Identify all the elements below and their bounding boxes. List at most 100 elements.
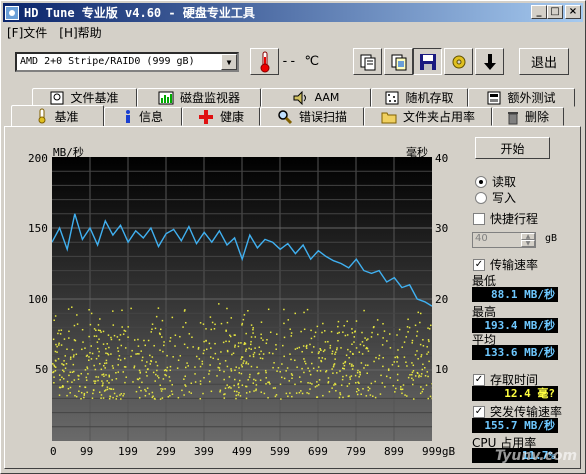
access-time-point (76, 323, 79, 325)
access-time-point (372, 326, 375, 329)
access-time-point (120, 344, 123, 347)
spin-down-icon[interactable]: ▼ (521, 240, 535, 247)
access-time-point (416, 330, 419, 333)
health-icon (198, 109, 213, 124)
spin-up-icon[interactable]: ▲ (521, 233, 535, 240)
access-time-point (57, 332, 59, 335)
read-radio[interactable]: 读取 (475, 173, 516, 190)
copy-image-button[interactable] (384, 48, 413, 75)
drive-select[interactable]: AMD 2+0 Stripe/RAID0 (999 gB) ▼ (15, 52, 239, 72)
tab-aam[interactable]: AAM (261, 88, 371, 107)
access-time-point (69, 358, 72, 360)
access-time-point (261, 357, 264, 360)
access-time-point (112, 367, 114, 369)
access-time-point (378, 357, 380, 360)
access-time-point (202, 352, 205, 355)
access-time-point (339, 392, 341, 394)
temperature-readout: -- ℃ (281, 54, 320, 69)
access-time-point (181, 389, 183, 392)
tab-random-access[interactable]: 随机存取 (371, 88, 468, 107)
maximize-button[interactable]: □ (547, 5, 563, 19)
access-time-point (106, 343, 108, 345)
access-time-point (417, 372, 419, 375)
options-button[interactable] (444, 48, 473, 75)
access-time-point (230, 368, 232, 370)
save-button[interactable] (413, 48, 442, 75)
access-time-point (396, 361, 398, 363)
access-time-point (101, 384, 104, 386)
access-time-point (64, 367, 67, 369)
access-time-point (87, 373, 89, 375)
access-time-point (318, 357, 320, 359)
access-time-point (184, 366, 187, 369)
access-time-point (151, 391, 154, 394)
thermometer-icon (260, 51, 269, 72)
access-time-point (226, 350, 229, 353)
transfer-rate-check[interactable]: ✓ (473, 258, 485, 271)
access-time-point (241, 384, 244, 386)
access-time-point (412, 379, 415, 381)
tab-benchmark[interactable]: 基准 (11, 105, 104, 126)
write-radio[interactable]: 写入 (475, 189, 516, 206)
tab-disk-monitor[interactable]: 磁盘监视器 (137, 88, 261, 107)
write-radio-dot[interactable] (475, 191, 487, 204)
tab-extra-tests[interactable]: 额外测试 (468, 88, 575, 107)
access-time-point (300, 380, 302, 383)
access-time-check[interactable]: ✓ (473, 373, 485, 386)
access-time-point (115, 372, 117, 374)
transfer-rate-checkbox[interactable]: ✓ 传输速率 (473, 256, 538, 273)
close-button[interactable]: × (565, 5, 581, 19)
tab-erase[interactable]: 删除 (492, 107, 564, 126)
access-time-point (209, 356, 212, 358)
access-time-point (334, 382, 336, 385)
access-time-point (323, 349, 326, 351)
access-time-point (224, 387, 227, 390)
access-time-point (241, 322, 244, 325)
access-time-value: 12.4 毫? (472, 386, 558, 401)
menu-help[interactable]: [H]帮助 (57, 24, 103, 42)
access-time-point (161, 336, 163, 338)
short-stroke-checkbox[interactable]: 快捷行程 (473, 210, 538, 227)
copy-text-button[interactable] (353, 48, 382, 75)
access-time-point (73, 354, 75, 356)
tab-info[interactable]: 信息 (104, 107, 182, 126)
start-button[interactable]: 开始 (475, 137, 550, 159)
access-time-point (407, 331, 409, 333)
access-time-point (331, 352, 333, 355)
x-tick-label: 199 (118, 445, 138, 458)
access-time-point (395, 387, 397, 390)
access-time-point (384, 386, 386, 388)
access-time-point (336, 347, 338, 349)
access-time-point (95, 357, 98, 360)
tab-health[interactable]: 健康 (182, 107, 260, 126)
x-tick-label: 99 (80, 445, 94, 458)
access-time-point (262, 353, 265, 355)
access-time-point (389, 347, 392, 349)
tab-error-scan[interactable]: 错误扫描 (260, 107, 364, 126)
thermometer-button[interactable] (250, 48, 279, 75)
access-time-point (344, 361, 346, 364)
chevron-down-icon[interactable]: ▼ (221, 54, 237, 70)
short-stroke-spinner[interactable]: 40 ▲ ▼ (472, 232, 536, 248)
download-button[interactable] (475, 48, 504, 75)
access-time-point (294, 359, 296, 362)
menu-file[interactable]: [F]文件 (5, 24, 49, 42)
minimize-button[interactable]: _ (531, 5, 547, 19)
title-bar[interactable]: HD Tune 专业版 v4.60 - 硬盘专业工具 _ □ × (3, 3, 583, 22)
tab-folder-usage[interactable]: 文件夹占用率 (364, 107, 492, 126)
access-time-point (427, 327, 429, 329)
access-time-point (105, 374, 107, 376)
access-time-point (355, 390, 358, 393)
access-time-point (324, 358, 326, 360)
exit-button[interactable]: 退出 (519, 48, 569, 75)
read-radio-dot[interactable] (475, 175, 487, 188)
access-time-point (161, 397, 164, 399)
access-time-point (303, 311, 305, 314)
access-time-point (232, 352, 235, 355)
burst-rate-check[interactable]: ✓ (473, 405, 485, 418)
access-time-point (151, 328, 153, 330)
short-stroke-check[interactable] (473, 212, 485, 225)
access-time-point (66, 380, 69, 383)
access-time-point (338, 331, 340, 334)
access-time-point (329, 347, 331, 349)
